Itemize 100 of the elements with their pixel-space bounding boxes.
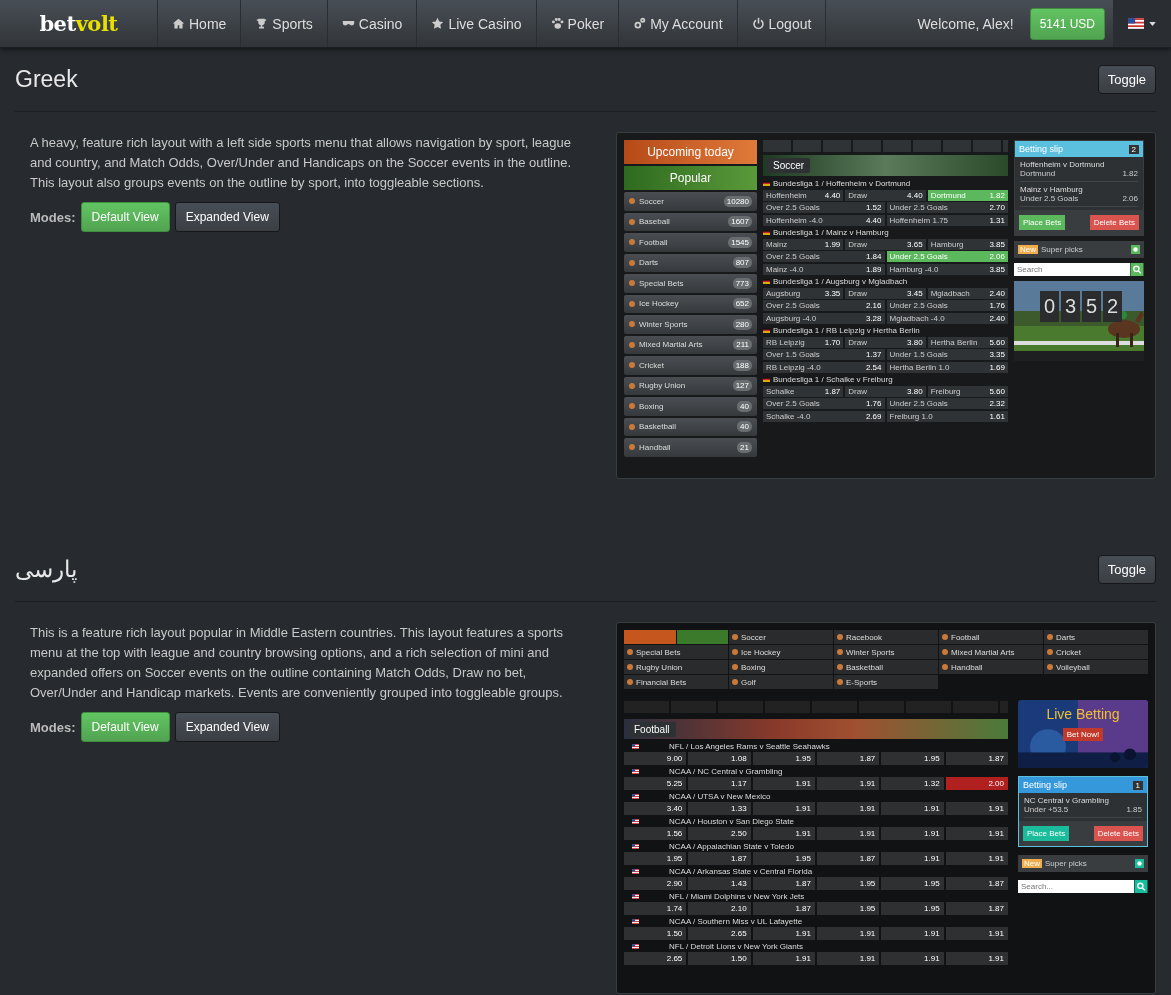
odds-cell[interactable]: 2.65: [688, 927, 751, 940]
match-title[interactable]: NFL / Los Angeles Rams v Seattle Seahawks: [669, 741, 830, 751]
odds-cell[interactable]: 1.43: [688, 877, 751, 890]
nav-link[interactable]: Poker: [536, 0, 620, 47]
match-title[interactable]: Bundesliga 1 / Augsburg v Mgladbach: [773, 276, 908, 286]
odds-cell[interactable]: Schalke 1.87: [763, 385, 844, 397]
odds-cell[interactable]: Hoffenheim 1.75 1.31: [886, 214, 1008, 226]
odds-cell[interactable]: Over 2.5 Goals 2.16: [763, 300, 885, 311]
odds-cell[interactable]: 1.33: [688, 802, 751, 815]
odds-cell[interactable]: 1.95: [752, 752, 815, 765]
odds-cell[interactable]: Over 1.5 Goals 1.37: [763, 349, 885, 360]
nav-link[interactable]: Casino: [327, 0, 418, 47]
nav-link[interactable]: Sports: [241, 0, 328, 47]
odds-cell[interactable]: 1.91: [752, 827, 815, 840]
caret-icon[interactable]: [1149, 21, 1156, 26]
odds-cell[interactable]: 1.50: [624, 927, 687, 940]
odds-cell[interactable]: 1.91: [881, 802, 944, 815]
match-title[interactable]: NCAA / Appalachian State v Toledo: [669, 841, 794, 851]
odds-cell[interactable]: 1.91: [752, 927, 815, 940]
odds-cell[interactable]: Under 2.5 Goals 1.76: [886, 300, 1008, 311]
odds-cell[interactable]: 2.50: [688, 827, 751, 840]
odds-cell[interactable]: Draw 3.80: [845, 385, 926, 397]
odds-cell[interactable]: 1.95: [752, 852, 815, 865]
match-title[interactable]: Bundesliga 1 / RB Leipzig v Hertha Berlin: [773, 325, 920, 335]
sport-name[interactable]: Cricket: [1056, 647, 1081, 657]
odds-cell[interactable]: 1.87: [945, 877, 1008, 890]
match-title[interactable]: Bundesliga 1 / Schalke v Freiburg: [773, 374, 893, 384]
odds-cell[interactable]: 1.08: [688, 752, 751, 765]
odds-cell[interactable]: 1.87: [945, 752, 1008, 765]
sport-name[interactable]: Boxing: [639, 401, 664, 411]
sport-name[interactable]: Cricket: [639, 360, 664, 370]
odds-cell[interactable]: 1.95: [881, 902, 944, 915]
odds-cell[interactable]: Over 2.5 Goals 1.76: [763, 398, 885, 409]
odds-cell[interactable]: Hoffenheim -4.0 4.40: [763, 214, 885, 226]
odds-cell[interactable]: 1.91: [817, 952, 880, 965]
match-title[interactable]: NCAA / Arkansas State v Central Florida: [669, 866, 813, 876]
match-title[interactable]: Bundesliga 1 / Hoffenheim v Dortmund: [773, 178, 911, 188]
sport-name[interactable]: Winter Sports: [639, 319, 688, 329]
odds-cell[interactable]: 9.00: [624, 752, 687, 765]
odds-cell[interactable]: 1.91: [881, 827, 944, 840]
odds-cell[interactable]: 1.95: [624, 852, 687, 865]
match-title[interactable]: NFL / Miami Dolphins v New York Jets: [669, 891, 805, 901]
sport-name[interactable]: Soccer: [639, 196, 664, 206]
sport-name[interactable]: Ice Hockey: [639, 299, 679, 309]
odds-cell[interactable]: 1.56: [624, 827, 687, 840]
odds-cell[interactable]: 1.91: [752, 952, 815, 965]
odds-cell[interactable]: 1.91: [945, 802, 1008, 815]
odds-cell[interactable]: 3.40: [624, 802, 687, 815]
odds-cell[interactable]: 1.91: [817, 777, 880, 790]
odds-cell[interactable]: 1.32: [881, 777, 944, 790]
odds-cell[interactable]: 5.25: [624, 777, 687, 790]
odds-cell[interactable]: Hoffenheim 4.40: [763, 189, 844, 201]
match-title[interactable]: NFL / Detroit Lions v New York Giants: [669, 941, 803, 951]
sport-name[interactable]: Golf: [741, 677, 756, 687]
odds-cell[interactable]: 1.91: [945, 852, 1008, 865]
sport-name[interactable]: Baseball: [639, 217, 670, 227]
odds-cell[interactable]: Over 2.5 Goals 1.52: [763, 202, 885, 213]
odds-cell[interactable]: 1.17: [688, 777, 751, 790]
logo[interactable]: betvolt: [0, 11, 157, 36]
nav-link[interactable]: Live Casino: [417, 0, 537, 47]
search-icon[interactable]: [1134, 880, 1148, 893]
banner[interactable]: Popular: [624, 166, 757, 190]
odds-cell[interactable]: Hertha Berlin 1.0 1.69: [886, 361, 1008, 373]
odds-cell[interactable]: 1.87: [945, 902, 1008, 915]
odds-cell[interactable]: Draw 3.80: [845, 336, 926, 348]
odds-cell[interactable]: RB Leipzig -4.0 2.54: [763, 361, 885, 373]
bet-now-button[interactable]: Bet Now!: [1062, 728, 1104, 741]
odds-cell[interactable]: 1.91: [817, 802, 880, 815]
search-icon[interactable]: [1130, 263, 1144, 276]
odds-cell[interactable]: Mgladbach 2.40: [927, 287, 1008, 299]
odds-cell[interactable]: 1.95: [817, 902, 880, 915]
odds-cell[interactable]: 1.87: [752, 902, 815, 915]
odds-cell[interactable]: 1.91: [752, 802, 815, 815]
odds-cell[interactable]: 1.95: [881, 877, 944, 890]
sport-name[interactable]: Special Bets: [639, 278, 684, 288]
odds-cell[interactable]: Under 2.5 Goals 2.32: [886, 398, 1008, 409]
odds-cell[interactable]: 1.91: [817, 927, 880, 940]
toggle-button[interactable]: Toggle: [1097, 65, 1156, 94]
sport-name[interactable]: Football: [951, 632, 980, 642]
sport-name[interactable]: Rugby Union: [639, 381, 686, 391]
odds-cell[interactable]: 1.95: [881, 752, 944, 765]
odds-cell[interactable]: 2.10: [688, 902, 751, 915]
odds-cell[interactable]: 1.87: [688, 852, 751, 865]
delete-bets-button[interactable]: Delete Bets: [1089, 215, 1139, 230]
odds-cell[interactable]: 1.91: [817, 827, 880, 840]
match-title[interactable]: NCAA / Southern Miss v UL Lafayette: [669, 916, 803, 926]
odds-cell[interactable]: Hamburg 3.85: [927, 238, 1008, 250]
odds-cell[interactable]: 1.91: [945, 827, 1008, 840]
mode-button[interactable]: Expanded View: [174, 202, 280, 232]
match-title[interactable]: NCAA / UTSA v New Mexico: [669, 791, 771, 801]
toggle-button[interactable]: Toggle: [1097, 555, 1156, 584]
odds-cell[interactable]: Mgladbach -4.0 2.40: [886, 312, 1008, 324]
odds-cell[interactable]: 1.87: [752, 877, 815, 890]
odds-cell[interactable]: 1.87: [817, 852, 880, 865]
odds-cell[interactable]: Augsburg -4.0 3.28: [763, 312, 885, 324]
mode-button[interactable]: Expanded View: [174, 712, 280, 742]
odds-cell[interactable]: Mainz 1.99: [763, 238, 844, 250]
odds-cell[interactable]: 2.65: [624, 952, 687, 965]
odds-cell[interactable]: 1.91: [881, 952, 944, 965]
odds-cell[interactable]: 1.91: [945, 952, 1008, 965]
